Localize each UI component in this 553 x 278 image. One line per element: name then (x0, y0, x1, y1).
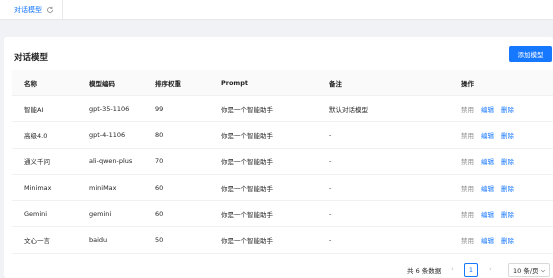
row-actions: 禁用 编辑 删除 (461, 227, 514, 252)
row-actions: 禁用 编辑 删除 (461, 96, 514, 121)
row-actions: 禁用 编辑 删除 (461, 201, 514, 226)
tab-bar: 对话模型 (0, 0, 553, 20)
disable-button[interactable]: 禁用 (461, 183, 474, 193)
chat-models-card: 对话模型 添加模型 名称 模型编码 排序权重 Prompt 备注 操作 智能AI… (4, 37, 553, 278)
cell-remark: - (329, 183, 332, 192)
table-row: Minimax miniMax 60 你是一个智能助手 - 禁用 编辑 删除 (12, 175, 553, 202)
tab-chat-models[interactable]: 对话模型 (6, 0, 63, 20)
pagination-total: 共 6 条数据 (407, 267, 442, 275)
table-row: 通义千问 ali-qwen-plus 70 你是一个智能助手 - 禁用 编辑 删除 (12, 149, 553, 175)
row-actions: 禁用 编辑 删除 (461, 122, 514, 147)
delete-button[interactable]: 删除 (501, 104, 514, 114)
edit-button[interactable]: 编辑 (481, 209, 494, 219)
cell-weight: 60 (155, 183, 164, 192)
cell-prompt: 你是一个智能助手 (221, 105, 273, 114)
edit-button[interactable]: 编辑 (481, 104, 494, 114)
edit-button[interactable]: 编辑 (481, 183, 494, 193)
cell-name: 高级4.0 (24, 131, 48, 140)
cell-code: miniMax (89, 183, 117, 192)
cell-code: gpt-35-1106 (89, 104, 130, 113)
cell-name: Gemini (24, 209, 48, 218)
cell-code: baidu (89, 236, 108, 245)
cell-remark: 默认对话模型 (329, 105, 368, 114)
cell-name: Minimax (24, 183, 52, 192)
cell-code: gemini (89, 209, 112, 218)
cell-name: 文心一言 (24, 237, 50, 246)
cell-prompt: 你是一个智能助手 (221, 237, 273, 246)
cell-remark: - (329, 157, 332, 166)
delete-button[interactable]: 删除 (501, 156, 514, 166)
pagination: 共 6 条数据 ‹ 1 › 10 条/页 (0, 263, 553, 277)
disable-button[interactable]: 禁用 (461, 104, 474, 114)
refresh-icon[interactable] (46, 6, 54, 14)
disable-button[interactable]: 禁用 (461, 156, 474, 166)
prev-page-icon[interactable]: ‹ (451, 265, 454, 273)
table-row: 智能AI gpt-35-1106 99 你是一个智能助手 默认对话模型 禁用 编辑 删除 (12, 96, 553, 123)
table-row: 文心一言 baidu 50 你是一个智能助手 - 禁用 编辑 删除 (12, 227, 553, 254)
page-size-value: 10 条/页 (513, 267, 539, 275)
page-size-select[interactable]: 10 条/页 (508, 263, 550, 277)
cell-weight: 50 (155, 236, 164, 245)
delete-button[interactable]: 删除 (501, 209, 514, 219)
page-number-current[interactable]: 1 (464, 263, 478, 277)
cell-weight: 80 (155, 130, 164, 139)
page-title: 对话模型 (14, 53, 49, 63)
table-row: Gemini gemini 60 你是一个智能助手 - 禁用 编辑 删除 (12, 201, 553, 228)
delete-button[interactable]: 删除 (501, 183, 514, 193)
models-table: 名称 模型编码 排序权重 Prompt 备注 操作 智能AI gpt-35-110… (12, 70, 553, 254)
tab-label: 对话模型 (14, 6, 42, 14)
next-page-icon[interactable]: › (489, 265, 492, 273)
cell-prompt: 你是一个智能助手 (221, 210, 273, 219)
column-header-actions: 操作 (461, 79, 474, 88)
cell-prompt: 你是一个智能助手 (221, 131, 273, 140)
cell-remark: - (329, 209, 332, 218)
cell-prompt: 你是一个智能助手 (221, 158, 273, 167)
column-header-weight: 排序权重 (155, 79, 181, 88)
table-row: 高级4.0 gpt-4-1106 80 你是一个智能助手 - 禁用 编辑 删除 (12, 122, 553, 149)
cell-weight: 60 (155, 209, 164, 218)
edit-button[interactable]: 编辑 (481, 130, 494, 140)
edit-button[interactable]: 编辑 (481, 156, 494, 166)
chevron-down-icon (540, 269, 546, 273)
table-body: 智能AI gpt-35-1106 99 你是一个智能助手 默认对话模型 禁用 编辑 删除 高级4… (12, 96, 553, 254)
edit-button[interactable]: 编辑 (481, 235, 494, 245)
row-actions: 禁用 编辑 删除 (461, 149, 514, 174)
cell-remark: - (329, 236, 332, 245)
cell-code: gpt-4-1106 (89, 130, 126, 139)
add-model-button[interactable]: 添加模型 (509, 46, 552, 62)
cell-prompt: 你是一个智能助手 (221, 184, 273, 193)
column-header-code: 模型编码 (89, 79, 115, 88)
cell-name: 智能AI (24, 105, 44, 114)
disable-button[interactable]: 禁用 (461, 235, 474, 245)
cell-weight: 99 (155, 104, 164, 113)
disable-button[interactable]: 禁用 (461, 130, 474, 140)
column-header-name: 名称 (24, 79, 37, 88)
column-header-remark: 备注 (329, 79, 342, 88)
cell-weight: 70 (155, 157, 164, 166)
cell-code: ali-qwen-plus (89, 157, 133, 166)
delete-button[interactable]: 删除 (501, 130, 514, 140)
table-header: 名称 模型编码 排序权重 Prompt 备注 操作 (12, 70, 553, 96)
cell-name: 通义千问 (24, 158, 50, 167)
column-header-prompt: Prompt (221, 78, 248, 87)
cell-remark: - (329, 130, 332, 139)
row-actions: 禁用 编辑 删除 (461, 175, 514, 200)
disable-button[interactable]: 禁用 (461, 209, 474, 219)
delete-button[interactable]: 删除 (501, 235, 514, 245)
